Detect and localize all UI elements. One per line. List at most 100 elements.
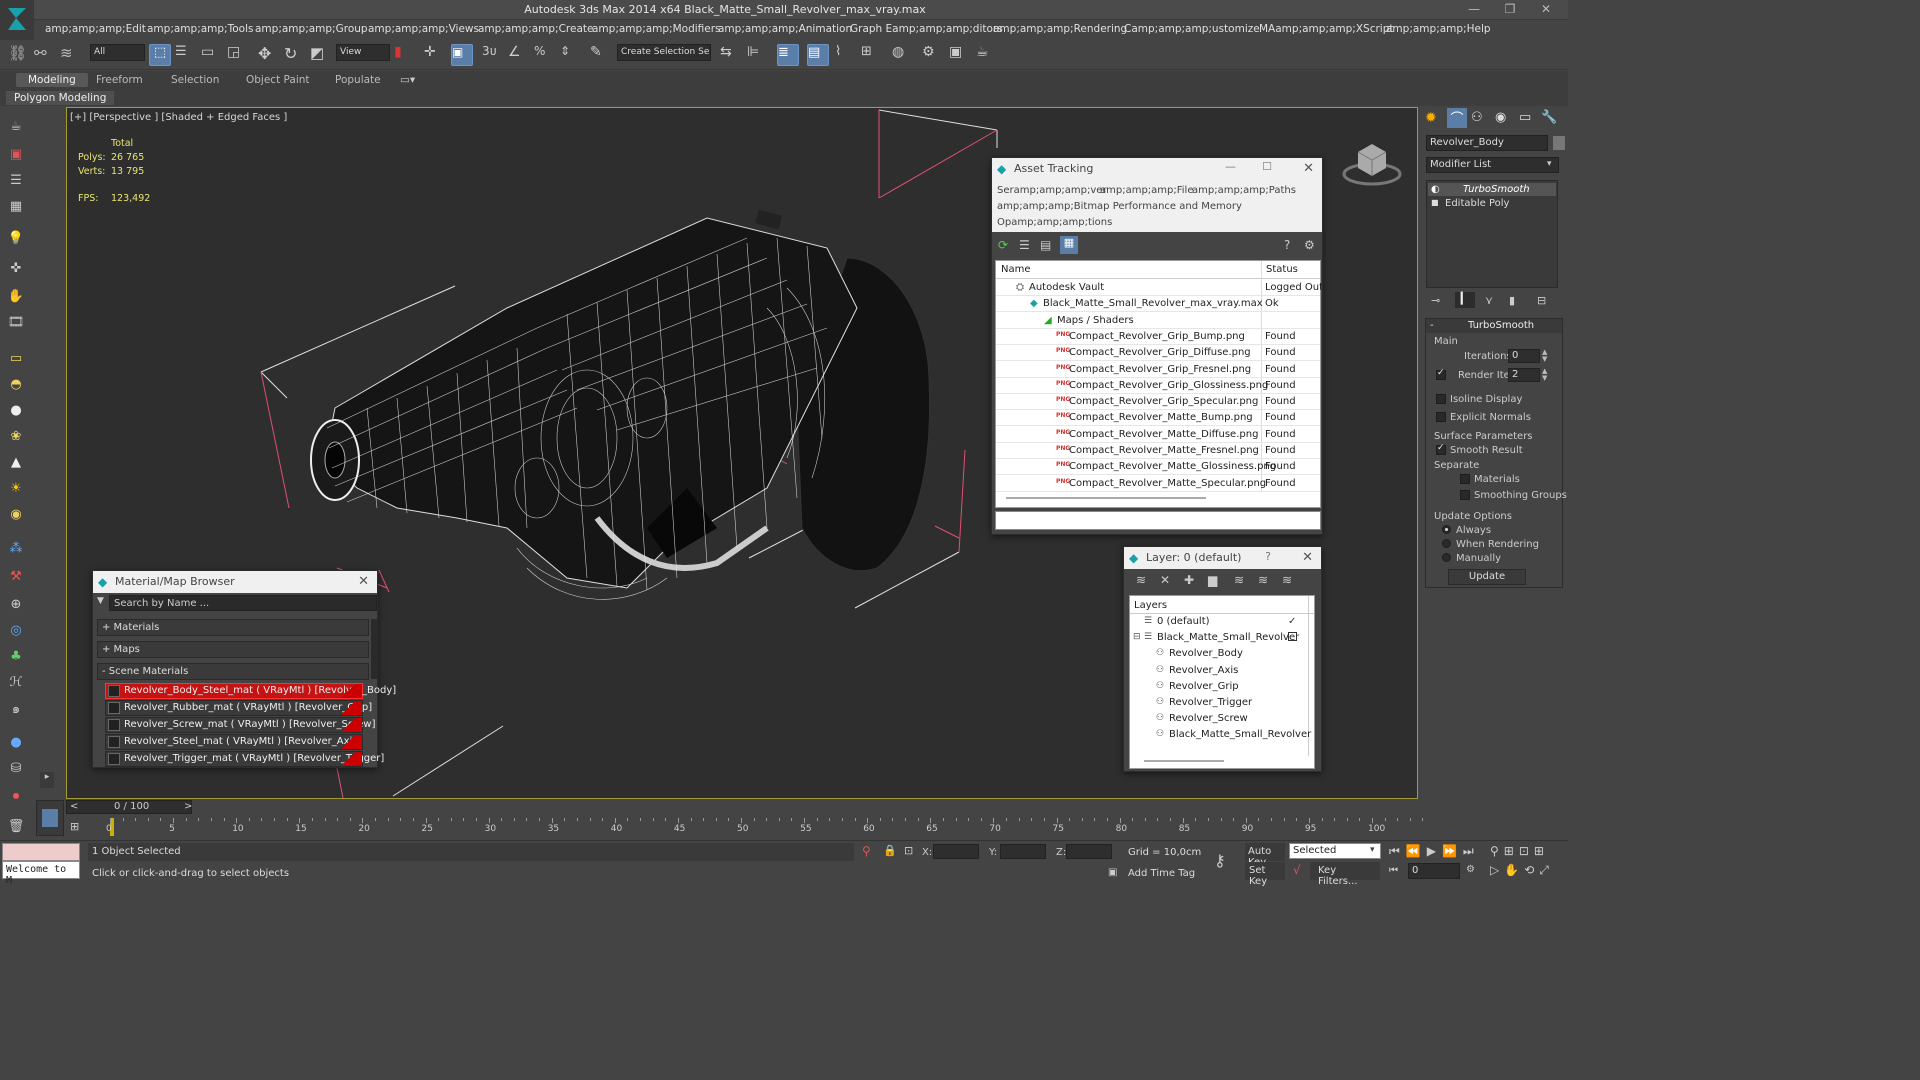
app-logo-icon[interactable] (0, 0, 34, 40)
render-production-icon[interactable]: ☕ (976, 44, 998, 66)
smooth-result-checkbox[interactable] (1436, 443, 1446, 455)
time-config-icon[interactable]: ⚙ (1466, 864, 1475, 875)
asset-row[interactable]: PNG Compact_Revolver_Matte_Fresnel.png Fou… (996, 443, 1320, 459)
camera-icon[interactable]: ✜ (6, 258, 26, 278)
always-radio[interactable] (1442, 525, 1451, 534)
current-frame-input[interactable]: 0 (1408, 863, 1460, 879)
hide-all-icon[interactable]: ≋ (1258, 573, 1268, 587)
menu-server[interactable]: Seramp;amp;amp;ver (997, 185, 1107, 196)
record-icon[interactable]: ⏺ (6, 786, 26, 806)
menu-paths[interactable]: amp;amp;amp;Paths (1192, 185, 1296, 196)
rollout-title[interactable]: TurboSmooth (1468, 320, 1534, 331)
highlight-layer-icon[interactable]: ≋ (1234, 573, 1244, 587)
materials-checkbox[interactable] (1460, 474, 1470, 484)
refresh-icon[interactable]: ⟳ (998, 238, 1008, 252)
chevron-down-icon[interactable]: ▾ (1547, 159, 1552, 169)
lock-icon[interactable]: 🔒 (883, 844, 897, 857)
globe-icon[interactable]: ◎ (6, 620, 26, 640)
table-view-icon[interactable]: ▦ (1060, 236, 1078, 254)
track-bar[interactable]: 0 5 10 15 20 25 30 35 40 45 50 55 60 65 70 75 80 85 90 95 10… (106, 818, 1424, 836)
explicit-normals-checkbox[interactable] (1436, 412, 1446, 422)
angle-snap-icon[interactable]: ∠ (508, 44, 530, 66)
close-button[interactable]: ✕ (1526, 2, 1566, 16)
layer-manager-icon[interactable]: ≣ (777, 44, 799, 66)
window-crossing-icon[interactable]: ◲ (227, 44, 249, 66)
move-icon[interactable]: ✥ (258, 44, 280, 66)
scrollbar[interactable] (371, 619, 377, 679)
key-mode-dropdown[interactable]: Selected (1289, 843, 1381, 859)
list-view-icon[interactable]: ☰ (1019, 238, 1030, 252)
col-name-header[interactable]: Name (1001, 264, 1031, 275)
bind-spacewarp-icon[interactable]: ≋ (60, 44, 82, 66)
close-icon[interactable]: ✕ (1303, 161, 1314, 176)
details-view-icon[interactable]: ▤ (1040, 238, 1051, 252)
asset-row[interactable]: PNG Compact_Revolver_Grip_Bump.png Found (996, 329, 1320, 345)
viewcube-icon[interactable] (1342, 136, 1402, 188)
object-name-field[interactable]: Revolver_Body (1426, 135, 1548, 151)
rotate-icon[interactable]: ↻ (284, 44, 306, 66)
snap-3-icon[interactable]: 3ᴜ (482, 44, 504, 66)
mini-curve-editor-icon[interactable]: ⊞ (70, 820, 96, 836)
current-layer-check-icon[interactable]: ✓ (1288, 616, 1296, 627)
asset-row[interactable]: PNG Compact_Revolver_Grip_Fresnel.png Foun… (996, 362, 1320, 378)
scene-material-item[interactable]: Revolver_Screw_mat ( VRayMtl ) [Revolver… (105, 717, 375, 733)
isolate-icon[interactable]: ⚲ (862, 844, 871, 858)
menu-group[interactable]: amp;amp;amp;Group (255, 23, 368, 35)
time-slider-prev-icon[interactable]: < (70, 801, 78, 812)
lightbulb-icon[interactable]: ◐ (1431, 184, 1440, 195)
menu-animation[interactable]: amp;amp;amp;Animation (718, 23, 852, 35)
minimize-button[interactable]: — (1454, 2, 1494, 16)
scale-icon[interactable]: ◩ (310, 44, 332, 66)
tab-selection[interactable]: Selection (171, 74, 219, 86)
select-by-name-icon[interactable]: ☰ (175, 44, 197, 66)
tool-icon[interactable]: ⚒ (6, 566, 26, 586)
asset-row[interactable]: PNG Compact_Revolver_Matte_Specular.png Fo… (996, 476, 1320, 492)
maximize-icon[interactable]: ☐ (1262, 160, 1272, 173)
col-status-header[interactable]: Status (1266, 264, 1298, 275)
layer-item[interactable]: Revolver_Trigger (1169, 697, 1252, 708)
rect-selection-icon[interactable]: ▭ (201, 44, 223, 66)
maps-rollout[interactable]: + Maps (97, 641, 369, 658)
ribbon-options-icon[interactable]: ▭▾ (400, 74, 415, 86)
show-end-result-icon[interactable]: ▎ (1455, 292, 1475, 308)
curve-editor-icon[interactable]: ⌇ (835, 44, 857, 66)
target-icon[interactable]: ⊕ (6, 594, 26, 614)
delete-layer-icon[interactable]: ✕ (1160, 573, 1170, 587)
asset-row[interactable]: ◆ Black_Matte_Small_Revolver_max_vray.max… (996, 296, 1320, 313)
maxscript-listener-input[interactable]: Welcome to M (2, 861, 80, 886)
help-icon[interactable]: ? (1265, 550, 1271, 563)
schematic-view-icon[interactable]: ⊞ (861, 44, 883, 66)
asset-row[interactable]: PNG Compact_Revolver_Matte_Glossiness.png… (996, 459, 1320, 476)
modifier-list-dropdown[interactable]: Modifier List (1426, 157, 1559, 173)
reference-coord-dropdown[interactable]: View (336, 44, 390, 61)
asset-row[interactable]: PNG Compact_Revolver_Grip_Glossiness.png F… (996, 378, 1320, 394)
layer-item[interactable]: Black_Matte_Small_Revolver (1157, 632, 1299, 643)
material-browser-titlebar[interactable]: ◆ Material/Map Browser ✕ (93, 571, 377, 593)
search-options-icon[interactable]: ▼ (97, 596, 104, 606)
layer-item[interactable]: Black_Matte_Small_Revolver (1169, 729, 1311, 740)
light-icon[interactable]: 💡 (6, 228, 26, 248)
iterations-spinner[interactable]: 0 (1508, 349, 1540, 363)
rendered-frame-icon[interactable]: ▣ (949, 44, 971, 66)
settings-icon[interactable]: ⚙ (1304, 238, 1315, 252)
time-tag-icon[interactable]: ▣ (1108, 867, 1117, 878)
materials-rollout[interactable]: + Materials (97, 619, 369, 636)
expand-arrow-icon[interactable]: ▸ (40, 772, 54, 788)
tab-freeform[interactable]: Freeform (96, 74, 143, 86)
menu-maxscript[interactable]: MAamp;amp;amp;XScript (1259, 23, 1394, 35)
viewport-label[interactable]: [+] [Perspective ] [Shaded + Edged Faces… (70, 112, 287, 123)
dome-icon[interactable]: ◓ (6, 374, 26, 394)
pin-stack-icon[interactable]: ⊸ (1431, 294, 1440, 307)
ribbon-toggle-icon[interactable]: ▤ (807, 44, 829, 66)
stack-item-editable-poly[interactable]: Editable Poly (1445, 198, 1509, 209)
add-to-layer-icon[interactable]: ✚ (1184, 573, 1194, 587)
orb-icon[interactable]: ● (6, 732, 26, 752)
edit-named-sets-icon[interactable]: ✎ (590, 44, 612, 66)
asset-row[interactable]: ⛭ Autodesk Vault Logged Out (996, 280, 1323, 296)
render-setup-icon[interactable]: ⚙ (922, 44, 944, 66)
mirror-icon[interactable]: ⇆ (720, 44, 742, 66)
expand-icon[interactable]: ■ (1431, 198, 1439, 207)
render-iters-spinner[interactable]: 2 (1508, 368, 1540, 382)
help-icon[interactable]: ? (1284, 238, 1290, 252)
viewport-nav-controls[interactable]: ⚲⊞⊡⊞ (1490, 844, 1549, 858)
